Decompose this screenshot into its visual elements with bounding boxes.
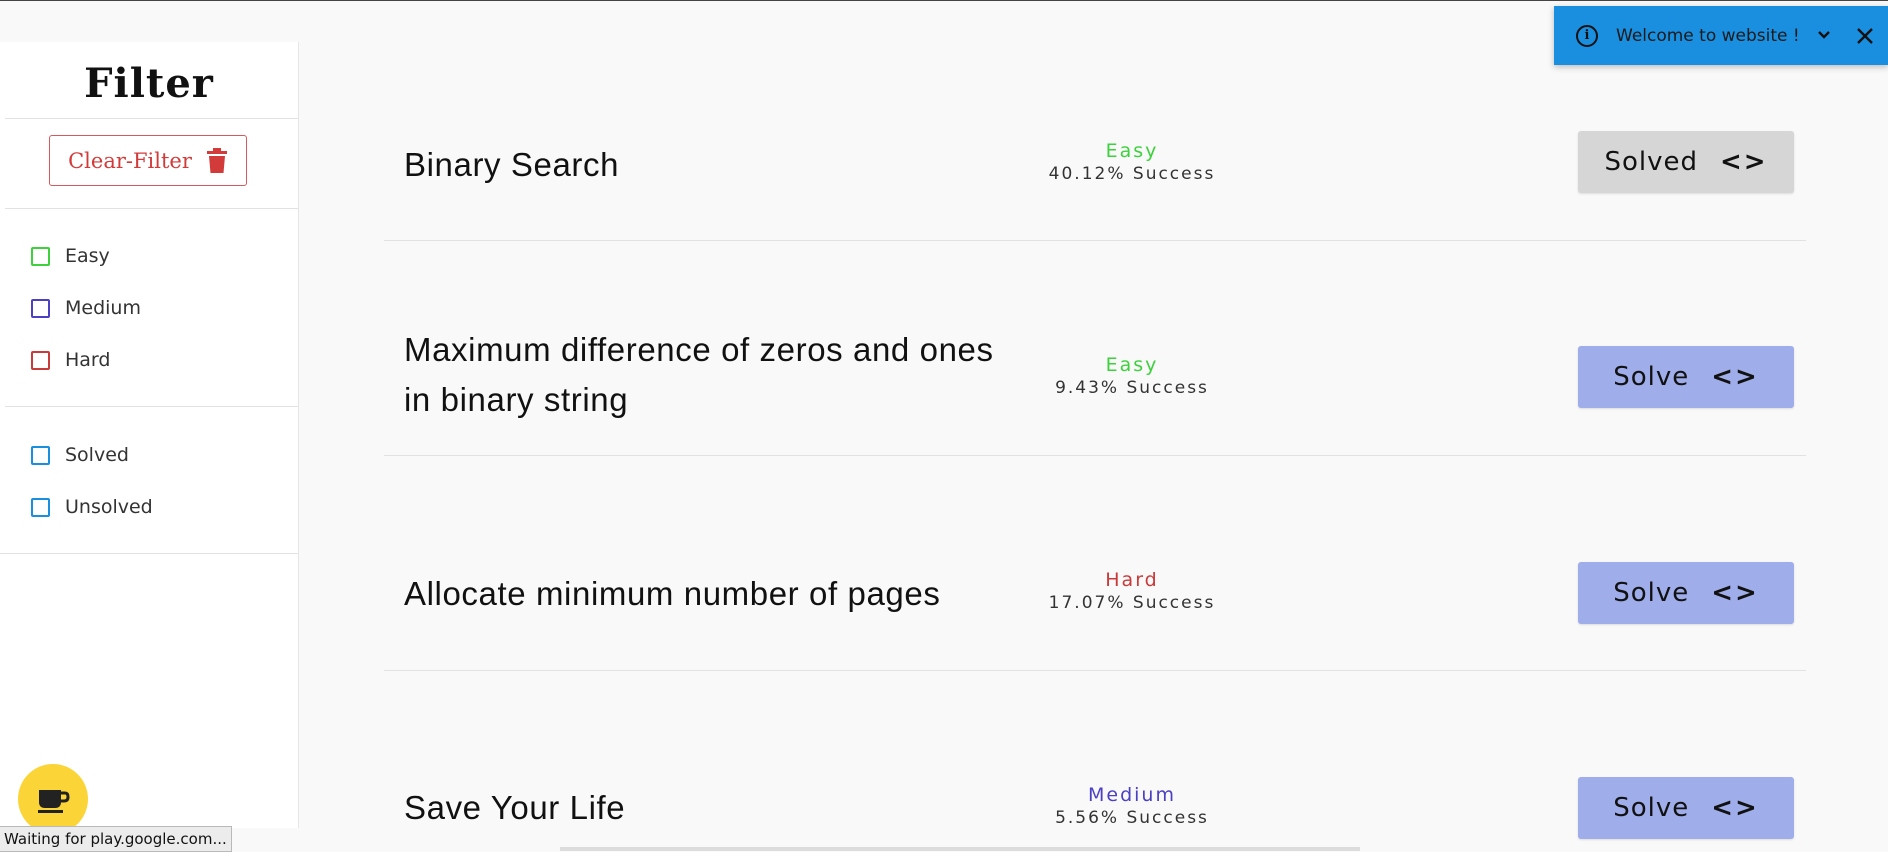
- filter-hard-label: Hard: [65, 349, 111, 371]
- filter-solved-label: Solved: [65, 444, 129, 466]
- unsolved-checkbox[interactable]: [31, 497, 50, 517]
- filter-title: Filter: [84, 60, 214, 107]
- easy-checkbox[interactable]: [31, 246, 50, 266]
- solve-button-label: Solve: [1613, 362, 1690, 392]
- difficulty-level: Medium: [1088, 784, 1176, 806]
- problem-title[interactable]: Allocate minimum number of pages: [404, 569, 940, 619]
- problem-title[interactable]: Maximum difference of zeros and ones in …: [404, 325, 1004, 425]
- filter-easy[interactable]: Easy: [31, 245, 110, 267]
- clear-filter-label: Clear-Filter: [68, 148, 192, 173]
- filter-hard[interactable]: Hard: [31, 349, 110, 371]
- clear-filter-button[interactable]: Clear-Filter: [49, 135, 247, 186]
- success-rate: 5.56% Success: [1055, 808, 1209, 828]
- solved-checkbox[interactable]: [31, 445, 50, 465]
- difficulty-level: Hard: [1105, 569, 1159, 591]
- code-icon: <>: [1711, 362, 1759, 392]
- trash-icon: [206, 147, 227, 173]
- problem-difficulty: Easy 40.12% Success: [1032, 140, 1232, 184]
- filter-solved[interactable]: Solved: [31, 444, 129, 466]
- problem-title[interactable]: Save Your Life: [404, 783, 625, 833]
- coffee-icon: [38, 790, 70, 813]
- difficulty-level: Easy: [1105, 354, 1159, 376]
- solve-button-label: Solve: [1613, 793, 1690, 823]
- filter-easy-label: Easy: [65, 245, 110, 267]
- problem-row: Binary Search Easy 40.12% Success Solved…: [384, 120, 1806, 241]
- divider: [5, 406, 298, 407]
- success-rate: 17.07% Success: [1048, 593, 1216, 613]
- filter-unsolved[interactable]: Unsolved: [31, 496, 153, 518]
- divider: [5, 118, 298, 119]
- divider: [5, 208, 298, 209]
- welcome-toast: i Welcome to website !: [1554, 6, 1888, 65]
- filter-unsolved-label: Unsolved: [65, 496, 153, 518]
- chevron-down-icon[interactable]: [1816, 22, 1832, 48]
- solved-button[interactable]: Solved <>: [1578, 131, 1794, 193]
- code-icon: <>: [1711, 793, 1759, 823]
- solve-button[interactable]: Solve <>: [1578, 562, 1794, 624]
- difficulty-level: Easy: [1105, 140, 1159, 162]
- success-rate: 9.43% Success: [1055, 378, 1209, 398]
- toast-message: Welcome to website !: [1616, 25, 1800, 46]
- hard-checkbox[interactable]: [31, 350, 50, 370]
- problem-difficulty: Medium 5.56% Success: [1032, 784, 1232, 828]
- problem-row: Allocate minimum number of pages Hard 17…: [384, 455, 1806, 671]
- code-icon: <>: [1719, 147, 1768, 177]
- problem-title[interactable]: Binary Search: [404, 140, 619, 190]
- coffee-button[interactable]: [18, 764, 88, 834]
- code-icon: <>: [1711, 578, 1759, 608]
- solve-button-label: Solved: [1604, 147, 1698, 177]
- divider: [0, 553, 298, 554]
- solve-button-label: Solve: [1613, 578, 1690, 608]
- info-icon: i: [1576, 24, 1598, 47]
- browser-status-bar: Waiting for play.google.com...: [0, 826, 232, 852]
- success-rate: 40.12% Success: [1048, 164, 1216, 184]
- horizontal-scrollbar[interactable]: [560, 847, 1360, 851]
- problem-row: Save Your Life Medium 5.56% Success Solv…: [384, 670, 1806, 851]
- top-border: [0, 0, 1888, 1]
- problem-row: Maximum difference of zeros and ones in …: [384, 240, 1806, 456]
- problem-difficulty: Hard 17.07% Success: [1032, 569, 1232, 613]
- close-icon[interactable]: [1854, 18, 1876, 52]
- solve-button[interactable]: Solve <>: [1578, 777, 1794, 839]
- filter-sidebar: Filter Clear-Filter Easy Medium Hard Sol…: [0, 42, 299, 828]
- filter-medium[interactable]: Medium: [31, 297, 141, 319]
- solve-button[interactable]: Solve <>: [1578, 346, 1794, 408]
- medium-checkbox[interactable]: [31, 298, 50, 318]
- problem-difficulty: Easy 9.43% Success: [1032, 354, 1232, 398]
- filter-medium-label: Medium: [65, 297, 141, 319]
